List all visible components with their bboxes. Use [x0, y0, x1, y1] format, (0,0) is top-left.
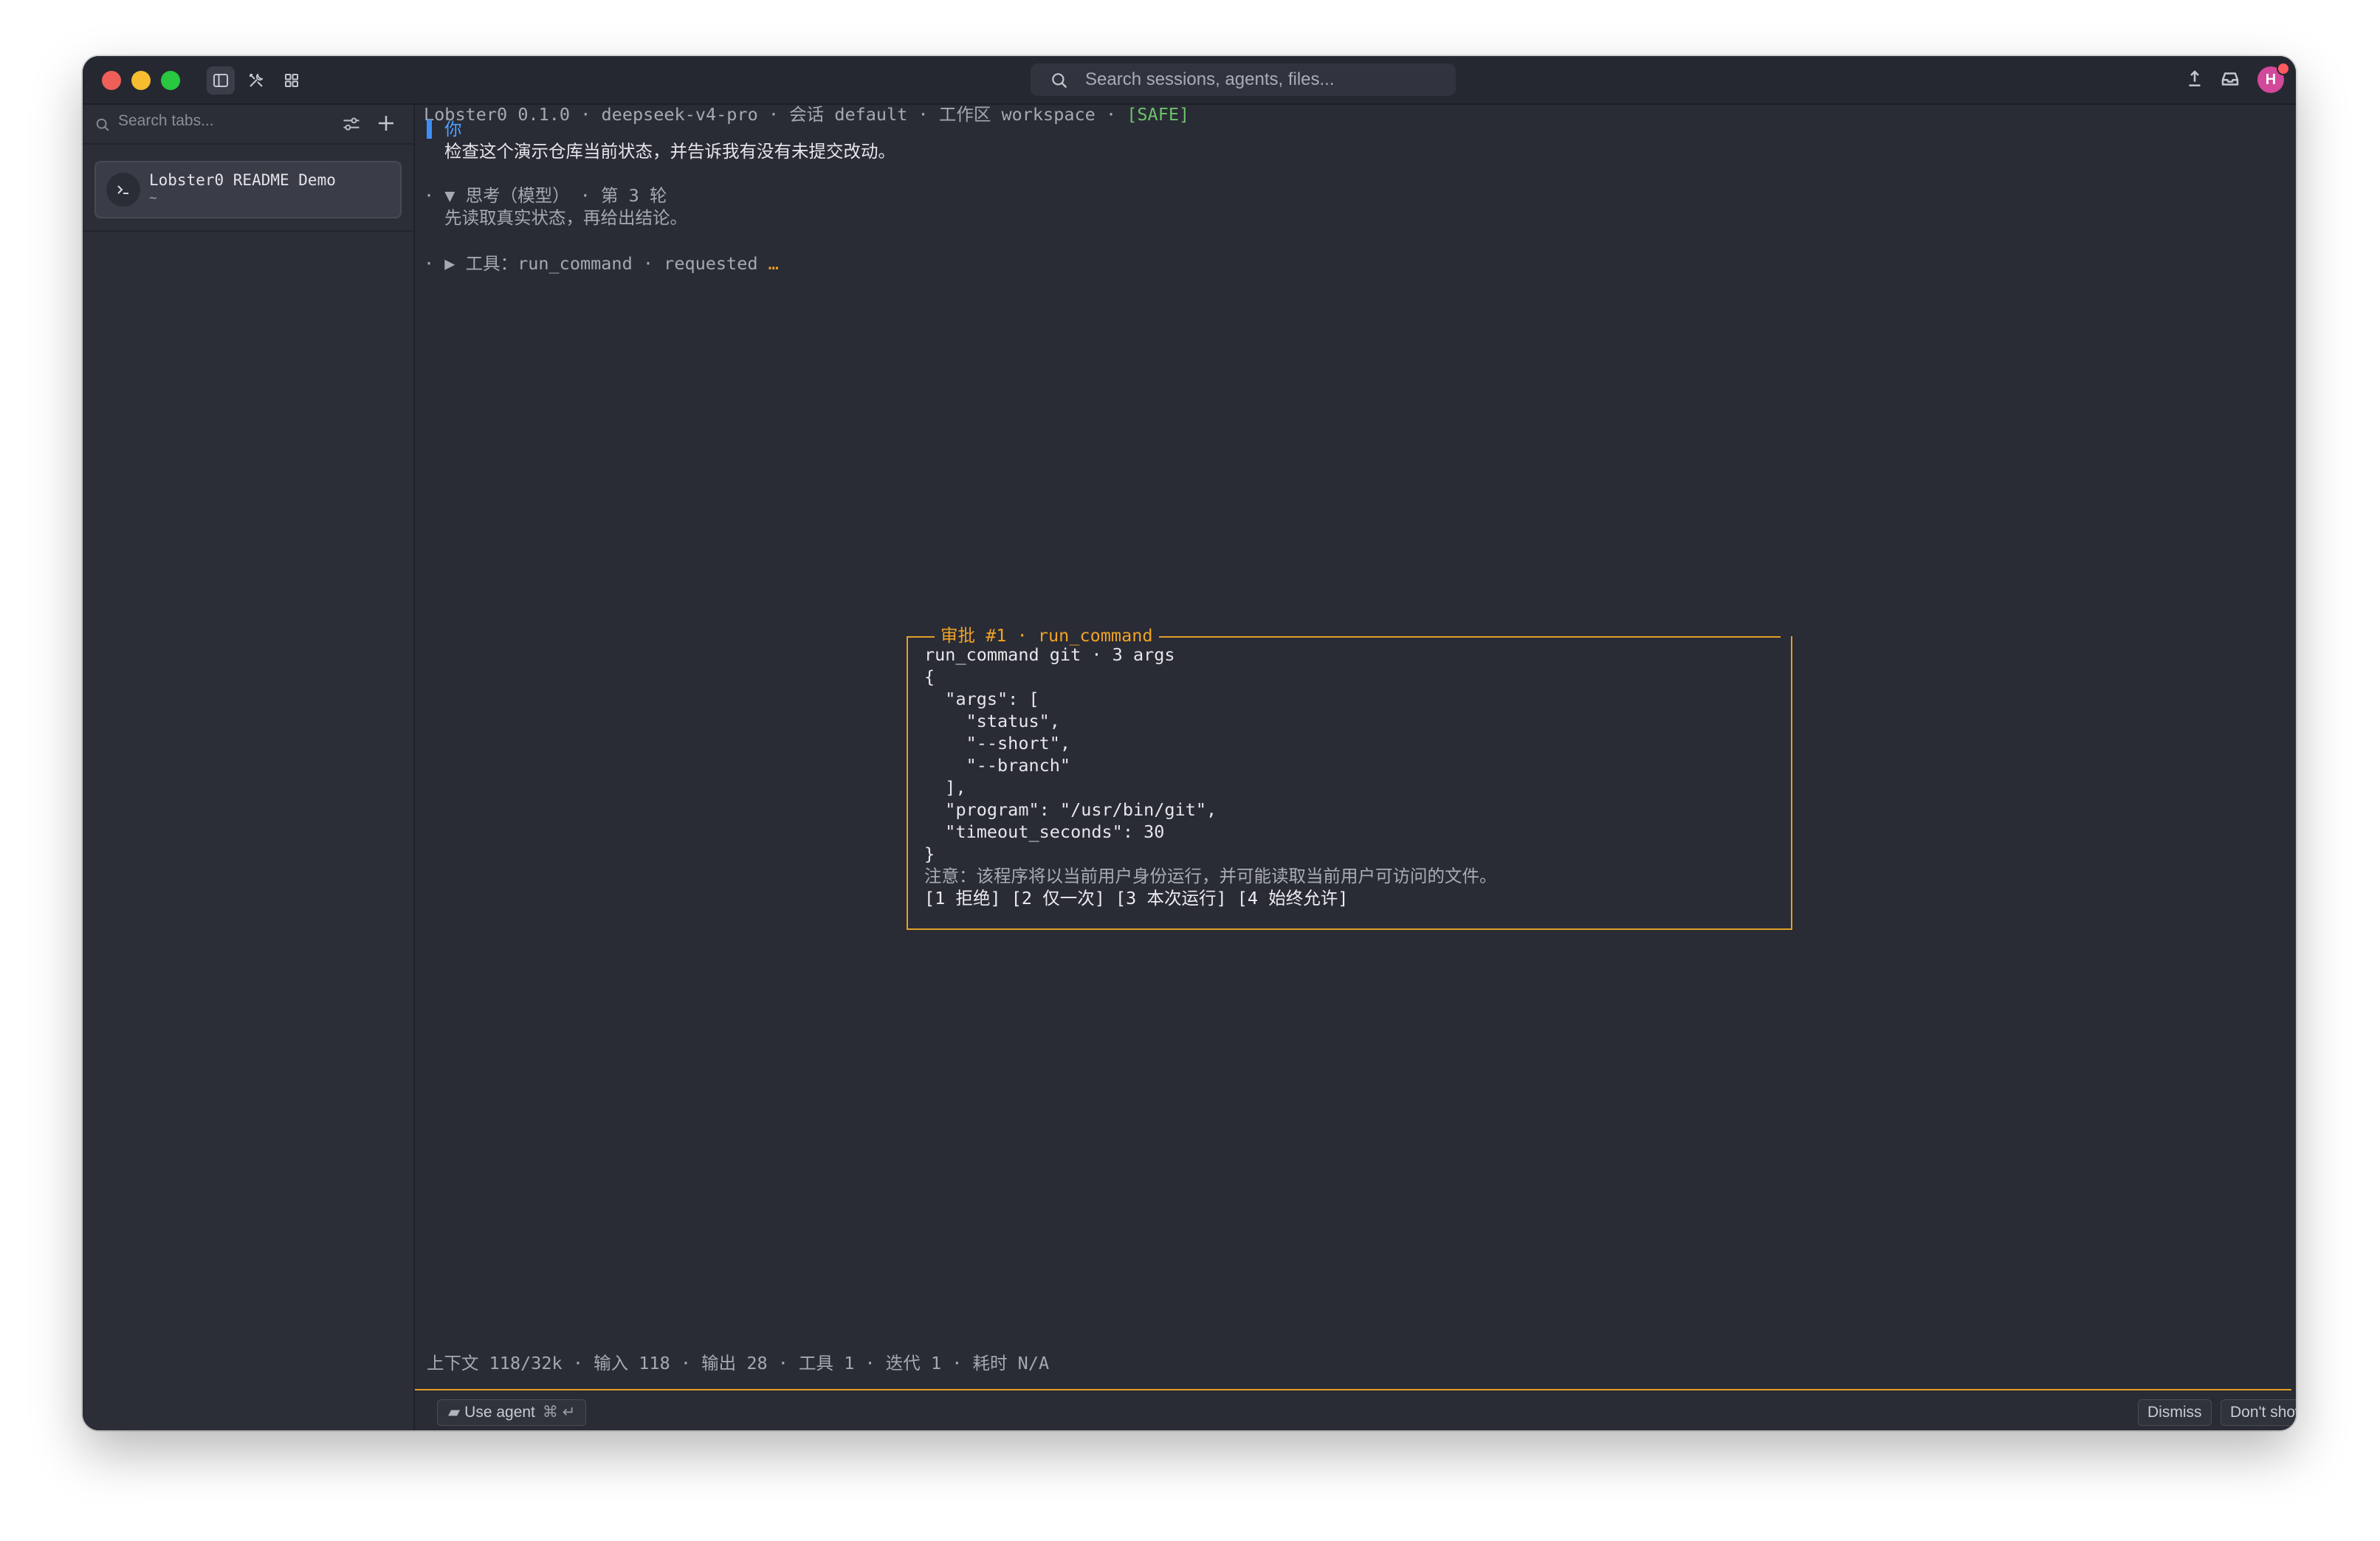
search-icon — [1052, 73, 1067, 88]
sidebar-divider — [83, 230, 413, 232]
title-bar: Search sessions, agents, files... H — [83, 56, 2296, 105]
tab-title: Lobster0 README Demo — [149, 171, 336, 189]
inbox-icon[interactable] — [2219, 68, 2241, 90]
dont-show-again-button[interactable]: Don't show again — [2221, 1399, 2296, 1426]
approval-dialog: 审批 #1 · run_command run_command git · 3 … — [907, 624, 1792, 930]
notification-dot — [2277, 62, 2290, 75]
json-line: ], — [924, 777, 966, 798]
plus-icon[interactable] — [375, 112, 397, 134]
shortcut-hint: ⌘ ↵ — [542, 1404, 576, 1421]
always-allow-option[interactable]: [4 始终允许] — [1237, 888, 1349, 909]
json-line: "args": [ — [924, 689, 1039, 709]
thinking-toggle[interactable]: · ▼ 思考（模型） · 第 3 轮 — [424, 185, 667, 207]
allow-once-option[interactable]: [2 仅一次] — [1011, 888, 1105, 909]
app-window: Search sessions, agents, files... H Sear… — [83, 56, 2296, 1430]
sidebar-toggle-button[interactable] — [207, 66, 235, 94]
tab-subtitle: ~ — [149, 190, 157, 206]
search-placeholder: Search sessions, agents, files... — [1085, 69, 1335, 89]
terminal-icon — [106, 173, 140, 207]
tools-button[interactable] — [242, 66, 270, 94]
json-line: "timeout_seconds": 30 — [924, 821, 1165, 842]
json-line: "program": "/usr/bin/git", — [924, 799, 1217, 820]
sidebar: Search tabs... Lobster0 README Demo ~ — [83, 105, 415, 1430]
deny-option[interactable]: [1 拒绝] — [924, 888, 1001, 909]
approval-options: [1 拒绝] [2 仅一次] [3 本次运行] [4 始终允许] — [924, 887, 1348, 909]
tool-call-text: · ▶ 工具：run_command · requested — [424, 253, 768, 274]
user-message-bar — [427, 120, 432, 139]
approval-note: 注意：该程序将以当前用户身份运行，并可能读取当前用户可访问的文件。 — [924, 866, 1497, 886]
agent-icon: ▰ — [448, 1404, 461, 1421]
close-window-button[interactable] — [102, 71, 121, 90]
tool-call-line[interactable]: · ▶ 工具：run_command · requested … — [424, 252, 779, 275]
json-line: { — [924, 666, 935, 687]
thinking-text: 先读取真实状态，再给出结论。 — [444, 207, 687, 228]
json-line: } — [924, 844, 935, 864]
tools-icon — [250, 73, 264, 87]
user-label: 你 — [444, 119, 462, 139]
header-text: Lobster0 0.1.0 · deepseek-v4-pro · 会话 de… — [424, 104, 1127, 125]
json-line: "--branch" — [924, 755, 1071, 776]
grid-button[interactable] — [278, 66, 306, 94]
download-icon[interactable] — [2184, 68, 2206, 90]
search-icon — [96, 118, 109, 131]
grid-icon — [285, 74, 298, 87]
terminal-pane[interactable]: Lobster0 0.1.0 · deepseek-v4-pro · 会话 de… — [415, 103, 2296, 1430]
search-tabs-input[interactable]: Search tabs... — [118, 112, 214, 130]
pending-ellipsis: … — [768, 253, 779, 274]
filter-icon[interactable] — [341, 114, 362, 134]
allow-run-option[interactable]: [3 本次运行] — [1115, 888, 1227, 909]
minimize-window-button[interactable] — [131, 71, 151, 90]
user-message: 检查这个演示仓库当前状态，并告诉我有没有未提交改动。 — [444, 141, 895, 162]
status-line: 上下文 118/32k · 输入 118 · 输出 28 · 工具 1 · 迭代… — [427, 1353, 1050, 1373]
json-line: "status", — [924, 711, 1060, 731]
sidebar-icon — [213, 74, 228, 87]
sidebar-divider — [83, 143, 413, 145]
approval-summary: run_command git · 3 args — [924, 644, 1175, 665]
dismiss-button[interactable]: Dismiss — [2138, 1399, 2212, 1426]
use-agent-label: Use agent — [464, 1404, 535, 1421]
sidebar-tab-item[interactable]: Lobster0 README Demo ~ — [94, 161, 402, 218]
global-search-input[interactable]: Search sessions, agents, files... — [1031, 63, 1456, 96]
zoom-window-button[interactable] — [161, 71, 180, 90]
terminal-header: Lobster0 0.1.0 · deepseek-v4-pro · 会话 de… — [424, 103, 1189, 125]
footer-bar: ▰Use agent ⌘ ↵ Dismiss Don't show again — [415, 1393, 2296, 1430]
use-agent-button[interactable]: ▰ Use agent ⌘ ↵ — [437, 1399, 587, 1426]
json-line: "--short", — [924, 733, 1071, 754]
safe-mode-badge: [SAFE] — [1127, 104, 1190, 125]
